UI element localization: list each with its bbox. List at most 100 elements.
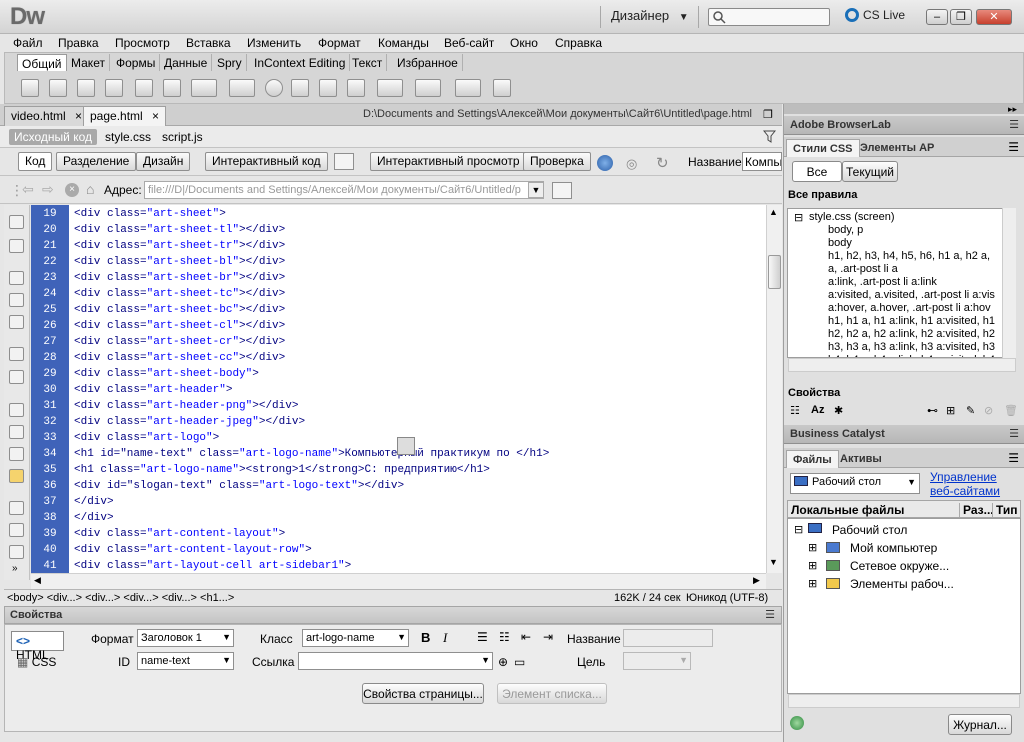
tab-data[interactable]: Данные xyxy=(160,54,213,71)
code-line[interactable]: <div class="art-sheet-body"> xyxy=(74,368,259,380)
tag-selector[interactable]: <body> <div...> <div...> <div...> <div..… xyxy=(7,592,234,604)
menu-format[interactable]: Формат xyxy=(318,36,361,50)
cs-live-button[interactable]: CS Live xyxy=(845,8,905,22)
tab-spry[interactable]: Spry xyxy=(213,54,247,71)
css-mode-button[interactable]: ▦ CSS xyxy=(17,655,56,669)
id-select[interactable]: name-text ▼ xyxy=(137,652,234,670)
expand-icon[interactable]: ⊞ xyxy=(808,577,817,590)
code-line[interactable]: <h1 class="art-logo-name"><strong>1</str… xyxy=(74,464,490,476)
site-select[interactable]: Рабочий стол ▼ xyxy=(790,473,920,494)
live-view-button[interactable]: Интерактивный просмотр xyxy=(370,152,527,171)
code-line[interactable]: </div> xyxy=(74,496,114,508)
code-line[interactable]: <div class="art-header-png"></div> xyxy=(74,400,298,412)
chevron-down-icon[interactable]: » xyxy=(12,563,18,574)
ordered-list-icon[interactable]: ☷ xyxy=(499,630,510,644)
code-line[interactable]: <div class="art-sheet-br"></div> xyxy=(74,272,285,284)
widget-icon[interactable] xyxy=(265,79,283,97)
restore-doc-icon[interactable]: ❐ xyxy=(763,108,773,121)
code-line[interactable]: <div class="art-logo"> xyxy=(74,432,219,444)
code-line[interactable]: <div id="slogan-text" class="art-logo-te… xyxy=(74,480,404,492)
line-numbers-icon[interactable] xyxy=(9,403,24,417)
browse-folder-icon[interactable]: ▭ xyxy=(514,655,525,669)
attach-stylesheet-icon[interactable]: ⊷ xyxy=(927,404,938,417)
unordered-list-icon[interactable]: ☰ xyxy=(477,630,488,644)
inspect-icon[interactable] xyxy=(334,153,354,170)
code-line[interactable]: <div class="art-content-layout"> xyxy=(74,528,285,540)
code-line[interactable]: <div class="art-sheet-cl"></div> xyxy=(74,320,285,332)
menu-modify[interactable]: Изменить xyxy=(247,36,301,50)
expand-icon[interactable]: ⊞ xyxy=(808,541,817,554)
show-code-navigator-icon[interactable] xyxy=(9,239,24,253)
doc-tab-video[interactable]: video.html × xyxy=(4,106,90,126)
new-rule-icon[interactable]: ⊞ xyxy=(946,404,955,417)
tab-ap-elements[interactable]: Элементы AP xyxy=(854,139,940,157)
tree-item[interactable]: Элементы рабоч... xyxy=(850,577,954,591)
tag-chooser-icon[interactable] xyxy=(493,79,511,97)
code-line[interactable]: <div class="art-content-layout-row"> xyxy=(74,544,312,556)
code-line[interactable]: <h1 id="name-text" class="art-logo-name"… xyxy=(74,448,549,460)
live-code-button[interactable]: Интерактивный код xyxy=(205,152,328,171)
code-line[interactable]: <div class="art-header"> xyxy=(74,384,232,396)
title-input[interactable]: Компьют xyxy=(742,152,782,171)
visual-aids-icon[interactable]: ◎ xyxy=(626,156,637,172)
back-icon[interactable]: ⇦ xyxy=(22,181,34,198)
vertical-scrollbar[interactable]: ▲ ▼ xyxy=(766,205,782,573)
related-script-js[interactable]: script.js xyxy=(162,130,203,144)
open-documents-icon[interactable] xyxy=(9,215,24,229)
apply-comment-icon[interactable] xyxy=(9,501,24,515)
tab-incontext[interactable]: InContext Editing xyxy=(250,54,351,71)
html-mode-button[interactable]: <> HTML xyxy=(11,631,64,662)
collapse-icon[interactable]: ⊟ xyxy=(794,523,803,536)
expand-icon[interactable]: ⊞ xyxy=(808,559,817,572)
media-icon[interactable] xyxy=(229,79,255,97)
browser-preview-icon[interactable] xyxy=(597,155,613,171)
syntax-error-icon[interactable] xyxy=(9,469,24,483)
scroll-down-icon[interactable]: ▼ xyxy=(769,557,778,567)
templates-icon[interactable] xyxy=(455,79,481,97)
disable-icon[interactable]: ⊘ xyxy=(984,404,993,417)
close-button[interactable]: ✕ xyxy=(976,9,1012,25)
code-line[interactable]: </div> xyxy=(74,512,114,524)
tree-item[interactable]: Сетевое окруже... xyxy=(850,559,949,573)
scroll-right-icon[interactable]: ▶ xyxy=(753,575,760,586)
tab-favorites[interactable]: Избранное xyxy=(393,54,463,71)
type-column[interactable]: Тип xyxy=(992,503,1018,517)
menu-edit[interactable]: Правка xyxy=(58,36,99,50)
div-icon[interactable] xyxy=(163,79,181,97)
menu-site[interactable]: Веб-сайт xyxy=(444,36,494,50)
highlight-invalid-icon[interactable] xyxy=(9,425,24,439)
panel-menu-icon[interactable]: ☰ xyxy=(765,608,775,621)
remove-comment-icon[interactable] xyxy=(9,523,24,537)
css-rule[interactable]: body xyxy=(828,237,852,249)
doc-tab-page[interactable]: page.html × xyxy=(83,106,167,126)
page-properties-button[interactable]: Свойства страницы... xyxy=(362,683,484,704)
business-catalyst-header[interactable]: Business Catalyst ☰ xyxy=(784,425,1024,444)
link-input[interactable]: ▼ xyxy=(298,652,493,670)
title-field[interactable] xyxy=(623,629,713,647)
point-to-file-icon[interactable]: ⊕ xyxy=(498,655,508,669)
css-rule[interactable]: a:link, .art-post li a:link xyxy=(828,276,937,288)
collapse-icon[interactable]: ⊟ xyxy=(794,211,803,224)
edit-rule-icon[interactable]: ✎ xyxy=(966,404,975,417)
related-style-css[interactable]: style.css xyxy=(105,130,151,144)
related-source-code[interactable]: Исходный код xyxy=(9,129,97,145)
view-options-icon[interactable] xyxy=(552,182,572,199)
menu-insert[interactable]: Вставка xyxy=(186,36,231,50)
alpha-view-icon[interactable]: Az xyxy=(811,404,824,416)
css-rule[interactable]: a:hover, a.hover, .art-post li a:hov xyxy=(828,302,991,314)
menu-help[interactable]: Справка xyxy=(555,36,602,50)
tab-css-styles[interactable]: Стили CSS xyxy=(786,139,860,157)
class-select[interactable]: art-logo-name ▼ xyxy=(302,629,409,647)
hyperlink-icon[interactable] xyxy=(21,79,39,97)
set-properties-icon[interactable]: ✱ xyxy=(834,404,843,417)
properties-panel-header[interactable]: Свойства ☰ xyxy=(4,606,782,624)
code-line[interactable]: <div class="art-sheet-tc"></div> xyxy=(74,288,285,300)
menu-file[interactable]: Файл xyxy=(13,36,43,50)
close-icon[interactable]: × xyxy=(75,109,82,123)
named-anchor-icon[interactable] xyxy=(77,79,95,97)
forward-icon[interactable]: ⇨ xyxy=(42,181,54,198)
css-rule[interactable]: body, p xyxy=(828,224,863,236)
indent-icon[interactable]: ⇥ xyxy=(543,630,553,644)
date-icon[interactable] xyxy=(291,79,309,97)
scroll-thumb[interactable] xyxy=(768,255,781,289)
